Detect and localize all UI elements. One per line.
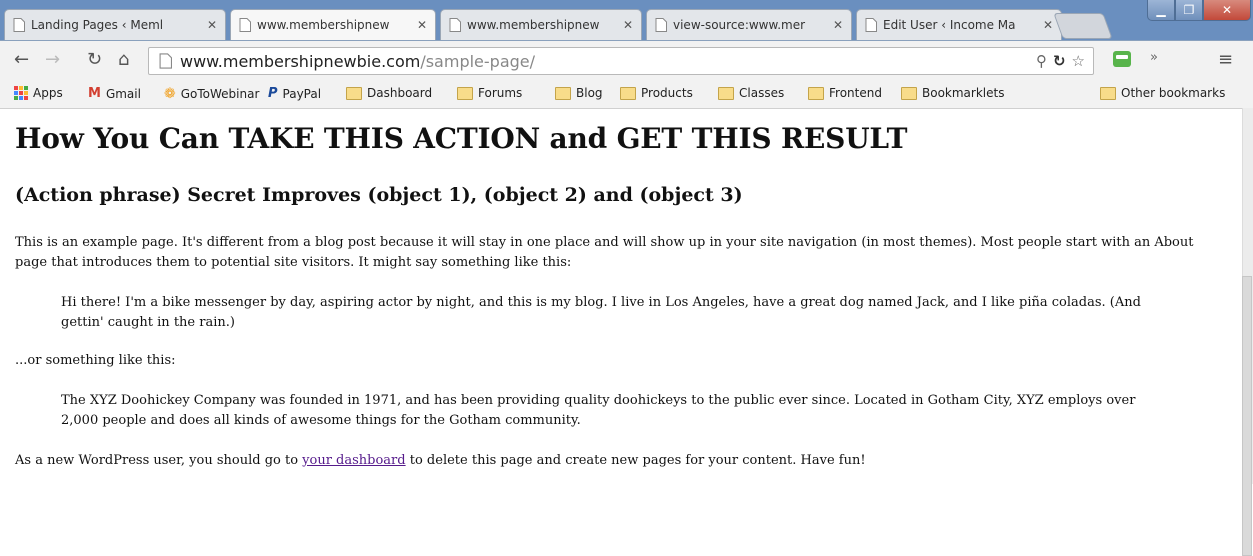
window-controls: ▁ ❐ ✕ — [1147, 0, 1251, 21]
folder-icon — [808, 86, 824, 100]
page-title: How You Can TAKE THIS ACTION and GET THI… — [15, 122, 908, 155]
page-subtitle: (Action phrase) Secret Improves (object … — [15, 184, 743, 206]
page-icon — [449, 18, 461, 32]
or-paragraph: ...or something like this: — [15, 353, 176, 368]
bookmark-forums[interactable]: Forums — [457, 86, 522, 100]
page-icon — [655, 18, 667, 32]
page-content: How You Can TAKE THIS ACTION and GET THI… — [0, 108, 1243, 484]
folder-icon — [457, 86, 473, 100]
tab-title: www.membershipnew — [257, 18, 390, 32]
folder-icon — [346, 86, 362, 100]
folder-icon — [1100, 86, 1116, 100]
close-tab-icon[interactable]: ✕ — [831, 18, 845, 32]
bookmark-dashboard[interactable]: Dashboard — [346, 86, 432, 100]
reload-icon[interactable]: ↻ — [87, 49, 102, 71]
bookmark-gmail[interactable]: M Gmail — [88, 86, 141, 101]
paypal-icon: P — [268, 86, 278, 101]
bookmark-paypal[interactable]: P PayPal — [268, 86, 321, 101]
address-bar[interactable]: www.membershipnewbie.com/sample-page/ ⚲ … — [148, 47, 1094, 75]
tab-view-source[interactable]: view-source:www.mer ✕ — [646, 9, 852, 40]
bookmark-products[interactable]: Products — [620, 86, 693, 100]
new-tab-button[interactable] — [1053, 13, 1113, 39]
intro-paragraph: This is an example page. It's different … — [15, 235, 1194, 270]
blockquote-1: Hi there! I'm a bike messenger by day, a… — [61, 295, 1141, 330]
url-path: /sample-page/ — [420, 51, 536, 71]
vertical-scrollbar[interactable] — [1242, 108, 1253, 556]
tab-membership-2[interactable]: www.membershipnew ✕ — [440, 9, 642, 40]
bookmark-blog[interactable]: Blog — [555, 86, 603, 100]
home-icon[interactable]: ⌂ — [118, 49, 129, 71]
dashboard-link[interactable]: your dashboard — [302, 453, 405, 468]
tab-landing-pages[interactable]: Landing Pages ‹ Meml ✕ — [4, 9, 226, 40]
bookmark-gotowebinar[interactable]: ❁ GoToWebinar — [164, 86, 259, 102]
tab-edit-user[interactable]: Edit User ‹ Income Ma ✕ — [856, 9, 1062, 40]
scrollbar-thumb[interactable] — [1242, 276, 1252, 556]
tab-strip: Landing Pages ‹ Meml ✕ www.membershipnew… — [0, 0, 1253, 41]
gotowebinar-icon: ❁ — [164, 86, 176, 102]
chevron-more-icon[interactable]: » — [1150, 50, 1158, 65]
bookmark-other[interactable]: Other bookmarks — [1100, 86, 1225, 100]
folder-icon — [620, 86, 636, 100]
blockquote-2: The XYZ Doohickey Company was founded in… — [61, 393, 1136, 428]
bookmarks-bar: Apps M Gmail ❁ GoToWebinar P PayPal Dashboa… — [0, 80, 1253, 109]
bookmark-classes[interactable]: Classes — [718, 86, 784, 100]
tab-title: Landing Pages ‹ Meml — [31, 18, 164, 32]
extension-icon[interactable] — [1113, 51, 1131, 67]
closing-paragraph: As a new WordPress user, you should go t… — [15, 453, 866, 468]
close-tab-icon[interactable]: ✕ — [621, 18, 635, 32]
window-close-icon[interactable]: ✕ — [1203, 0, 1251, 21]
tab-title: Edit User ‹ Income Ma — [883, 18, 1016, 32]
url-domain: www.membershipnewbie.com — [180, 51, 421, 71]
tab-title: www.membershipnew — [467, 18, 600, 32]
close-tab-icon[interactable]: ✕ — [205, 18, 219, 32]
toolbar: ← → ↻ ⌂ www.membershipnewbie.com/sample-… — [0, 41, 1253, 80]
tab-title: view-source:www.mer — [673, 18, 806, 32]
close-tab-icon[interactable]: ✕ — [1041, 18, 1055, 32]
sync-icon[interactable]: ↻ — [1053, 52, 1066, 70]
folder-icon — [718, 86, 734, 100]
star-icon[interactable]: ☆ — [1072, 52, 1085, 70]
apps-grid-icon — [14, 86, 28, 100]
bookmark-apps[interactable]: Apps — [14, 86, 63, 100]
page-icon — [159, 53, 172, 69]
minimize-icon[interactable]: ▁ — [1147, 0, 1175, 21]
close-tab-icon[interactable]: ✕ — [415, 18, 429, 32]
page-icon — [13, 18, 25, 32]
forward-icon[interactable]: → — [45, 49, 60, 71]
menu-icon[interactable]: ≡ — [1218, 49, 1233, 70]
bookmark-frontend[interactable]: Frontend — [808, 86, 882, 100]
page-icon — [239, 18, 251, 32]
folder-icon — [901, 86, 917, 100]
restore-icon[interactable]: ❐ — [1175, 0, 1203, 21]
gmail-icon: M — [88, 86, 101, 101]
bookmark-bookmarklets[interactable]: Bookmarklets — [901, 86, 1004, 100]
page-icon — [865, 18, 877, 32]
back-icon[interactable]: ← — [14, 49, 29, 71]
folder-icon — [555, 86, 571, 100]
zoom-icon[interactable]: ⚲ — [1036, 52, 1047, 70]
tab-sample-page[interactable]: www.membershipnew ✕ — [230, 9, 436, 40]
